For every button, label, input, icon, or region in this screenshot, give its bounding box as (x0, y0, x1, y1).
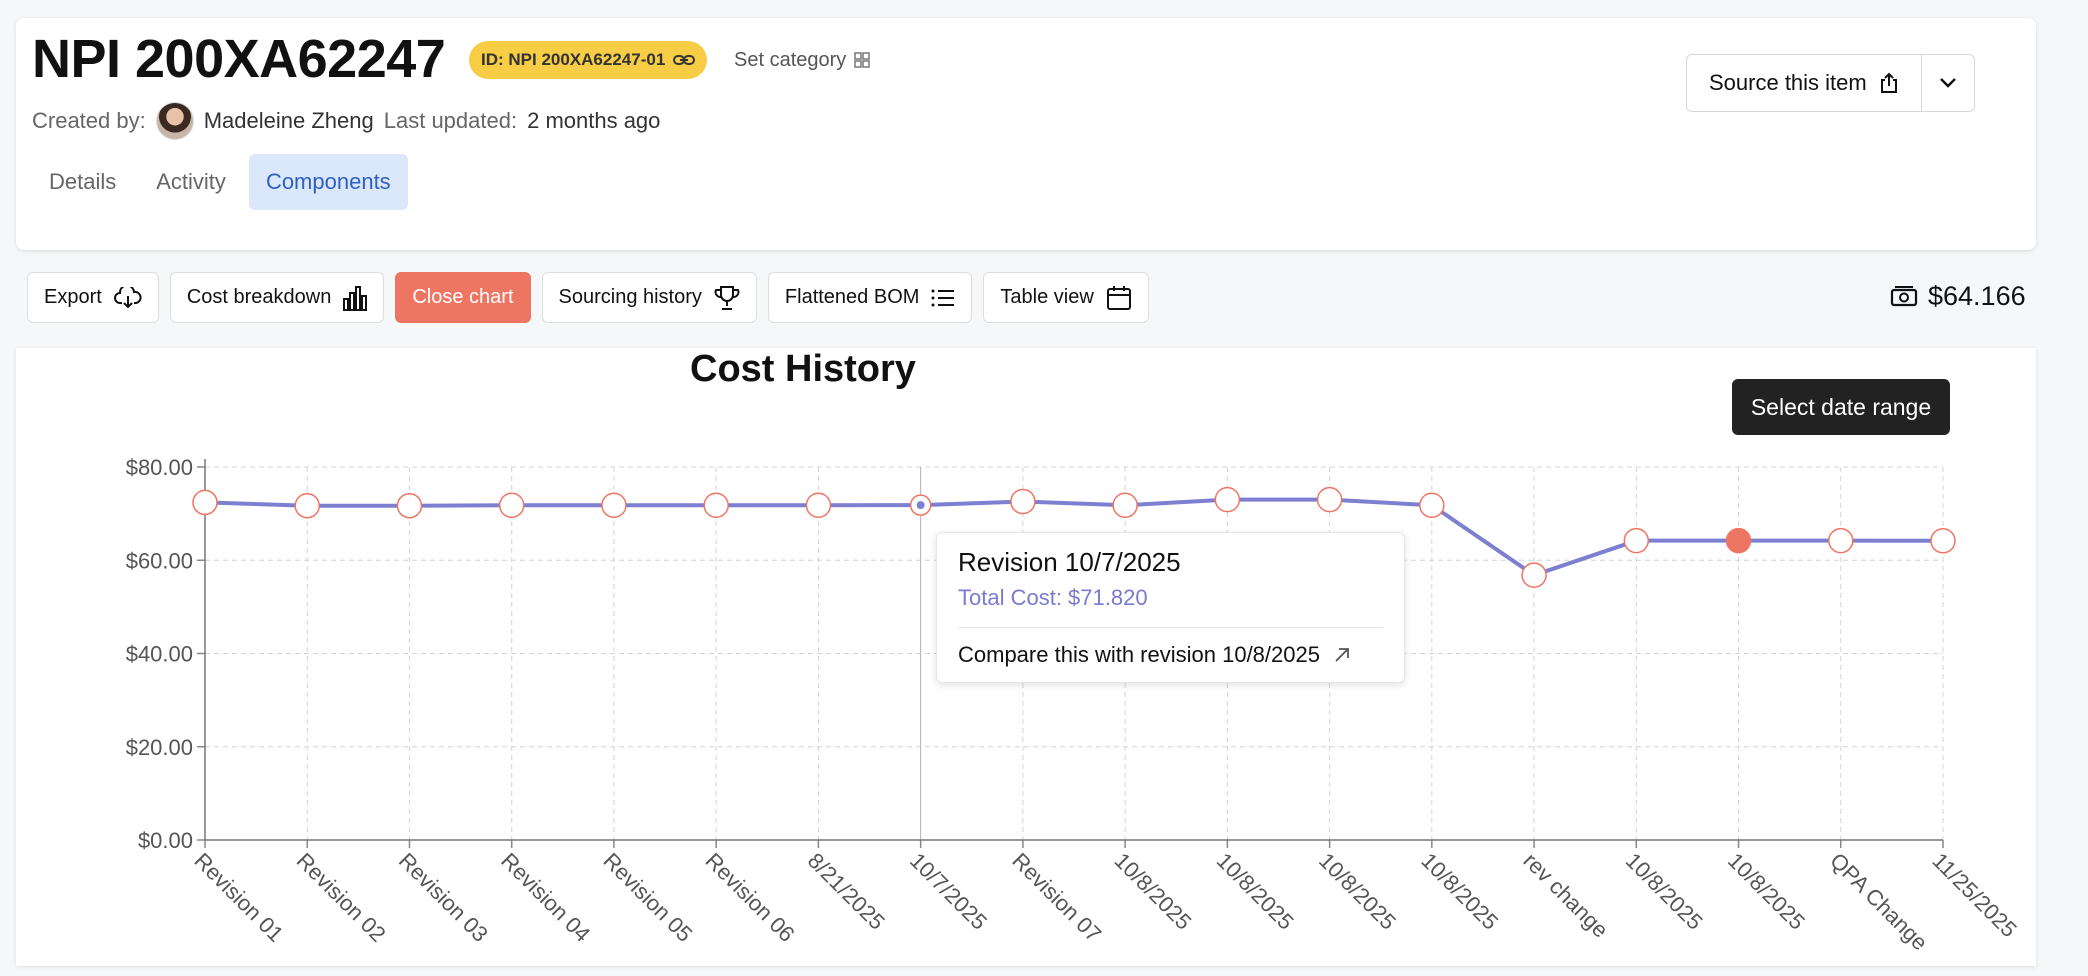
tooltip-title: Revision 10/7/2025 (958, 547, 1181, 577)
x-tick-label: 10/7/2025 (905, 848, 992, 935)
x-tick-label: 10/8/2025 (1723, 848, 1810, 935)
data-point (703, 492, 729, 518)
compare-label: Compare this with revision 10/8/2025 (958, 642, 1320, 667)
x-tick-label: 10/8/2025 (1110, 848, 1197, 935)
data-point (1521, 562, 1547, 588)
tooltip-divider (958, 627, 1383, 628)
x-tick-label: Revision 04 (496, 848, 595, 947)
x-axis-labels: Revision 01 Revision 02 Revision 03 Revisio… (189, 848, 2021, 955)
compare-revision-link[interactable]: Compare this with revision 10/8/2025 (958, 642, 1350, 668)
data-point (1214, 486, 1241, 513)
x-tick-label: 11/25/2025 (1927, 848, 2021, 942)
data-point (1828, 527, 1854, 554)
data-point-selected (1725, 527, 1752, 554)
x-tick-label: 10/8/2025 (1621, 848, 1708, 935)
chart-tooltip: Revision 10/7/2025 Total Cost: $71.820 C… (936, 532, 1405, 683)
tooltip-cost: Total Cost: $71.820 (958, 585, 1148, 610)
data-point (294, 492, 320, 519)
data-point (1930, 528, 1956, 554)
data-point (601, 492, 627, 518)
x-tick-label: QPA Change (1825, 848, 1932, 955)
y-tick-label: $60.00 (126, 548, 193, 573)
y-axis-labels: $0.00 $20.00 $40.00 $60.00 $80.00 (126, 455, 193, 853)
data-point (805, 492, 832, 518)
x-tick-label: Revision 05 (598, 848, 697, 947)
arrow-up-right-icon (1335, 648, 1349, 662)
x-tick-label: Revision 03 (394, 848, 493, 947)
x-tick-label: 10/8/2025 (1314, 848, 1401, 935)
x-tick-label: 10/8/2025 (1212, 848, 1299, 935)
x-tick-label: Revision 02 (292, 848, 391, 947)
x-tick-label: Revision 07 (1007, 848, 1106, 947)
x-tick-label: Revision 01 (189, 848, 288, 947)
y-tick-label: $40.00 (126, 642, 193, 667)
y-tick-label: $80.00 (126, 455, 193, 480)
data-point-hovered-dot (916, 501, 925, 510)
data-point (1112, 492, 1138, 518)
x-tick-label: Revision 06 (701, 848, 800, 947)
data-point (396, 492, 423, 519)
x-tick-label: 8/21/2025 (803, 848, 890, 935)
data-point (498, 492, 525, 518)
data-point (1623, 527, 1650, 554)
data-point (1316, 486, 1343, 513)
y-tick-label: $0.00 (138, 828, 193, 853)
x-tick-label: rev change (1519, 848, 1614, 943)
data-point (192, 489, 218, 516)
y-tick-label: $20.00 (126, 735, 193, 760)
cost-history-chart: $0.00 $20.00 $40.00 $60.00 $80.00 Revision 0… (126, 455, 2022, 955)
data-point (1010, 488, 1036, 515)
x-tick-label: 10/8/2025 (1416, 848, 1503, 935)
data-point (1419, 492, 1445, 518)
